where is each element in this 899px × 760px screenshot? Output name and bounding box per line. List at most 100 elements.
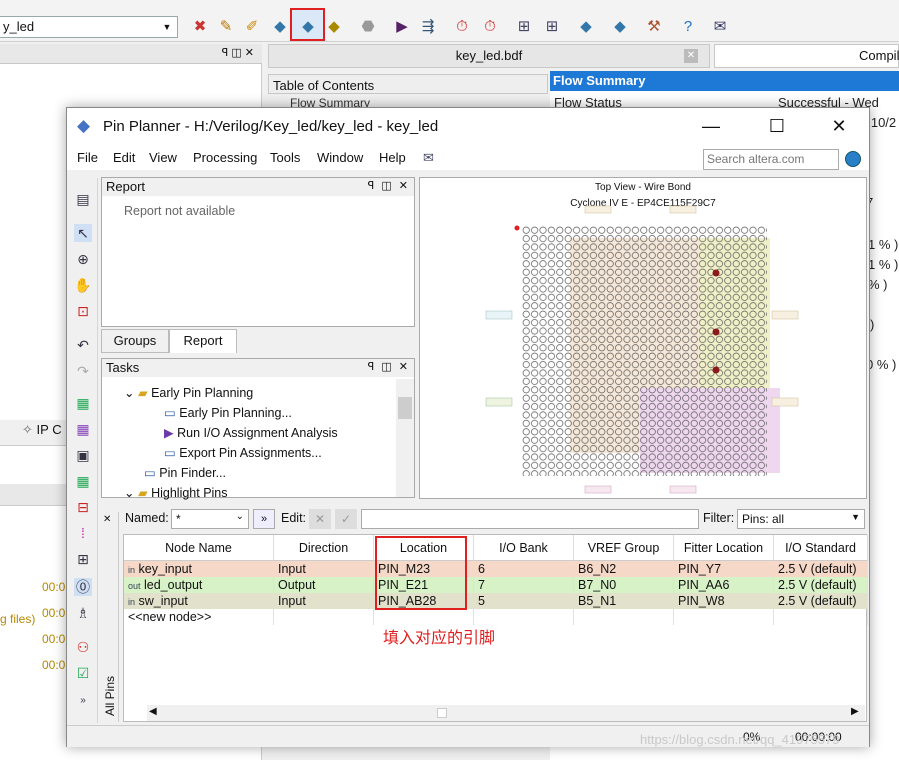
new-node-cell[interactable]: <<new node>> — [124, 609, 274, 625]
node-name-cell[interactable]: out led_output — [124, 577, 274, 593]
connect-icon[interactable]: ⚇ — [74, 638, 92, 656]
tab-groups[interactable]: Groups — [101, 329, 169, 353]
search-input[interactable]: Search altera.com — [703, 149, 839, 170]
timer2-icon[interactable]: ⏱ — [478, 14, 502, 38]
io-standard-cell[interactable]: 2.5 V (default) — [774, 577, 868, 593]
task-early-pin-planning-item[interactable]: ▭ Early Pin Planning... — [164, 405, 292, 420]
pin-legend-icon[interactable]: ⓪ — [74, 578, 92, 596]
new-node-row[interactable]: <<new node>> — [124, 609, 868, 625]
compile-icon[interactable]: ◆ — [268, 14, 292, 38]
pin-grid-icon[interactable]: ▦ — [74, 394, 92, 412]
check-icon[interactable]: ☑ — [74, 664, 92, 682]
dqs-icon[interactable]: ⁞ — [74, 524, 92, 542]
pin-grid[interactable] — [420, 178, 866, 498]
fitter-cell[interactable]: PIN_W8 — [674, 593, 774, 609]
col-direction[interactable]: Direction — [274, 535, 374, 561]
brush-icon[interactable]: ✐ — [240, 14, 264, 38]
direction-cell[interactable]: Output — [274, 577, 374, 593]
menu-edit[interactable]: Edit — [113, 150, 135, 165]
more-icon[interactable]: » — [74, 692, 92, 710]
close-icon[interactable]: ✕ — [103, 514, 111, 525]
edge-icon[interactable]: ⊟ — [74, 498, 92, 516]
named-input[interactable]: * ⌄ — [171, 509, 249, 529]
chat-icon[interactable]: ✉ — [708, 14, 732, 38]
io-bank-cell[interactable]: 5 — [474, 593, 574, 609]
stop-sign-icon[interactable]: ⬣ — [356, 14, 380, 38]
scroll-thumb[interactable] — [398, 397, 412, 419]
table-row[interactable]: in sw_input Input PIN_AB28 5 B5_N1 PIN_W… — [124, 593, 868, 609]
pencil-icon[interactable]: ✎ — [214, 14, 238, 38]
chip-view[interactable]: Top View - Wire Bond Cyclone IV E - EP4C… — [419, 177, 867, 499]
wizard-icon[interactable]: » — [253, 509, 275, 529]
menu-file[interactable]: File — [77, 150, 98, 165]
stop-icon[interactable]: ✖ — [188, 14, 212, 38]
vref-cell[interactable]: B6_N2 — [574, 561, 674, 577]
col-io-bank[interactable]: I/O Bank — [474, 535, 574, 561]
vref-cell[interactable]: B7_N0 — [574, 577, 674, 593]
col-io-standard[interactable]: I/O Standard — [774, 535, 868, 561]
tasks-scrollbar[interactable] — [396, 379, 414, 497]
netlist2-icon[interactable]: ⊞ — [540, 14, 564, 38]
tab-ip-catalog[interactable]: ✧ IP C — [22, 422, 62, 438]
hand-icon[interactable]: ✋ — [74, 276, 92, 294]
table-row[interactable]: out led_output Output PIN_E21 7 B7_N0 PI… — [124, 577, 868, 593]
direction-cell[interactable]: Input — [274, 593, 374, 609]
col-fitter-location[interactable]: Fitter Location — [674, 535, 774, 561]
task-early-pin-planning[interactable]: ⌄ ▰ Early Pin Planning — [124, 385, 253, 400]
fit-icon[interactable]: ⊡ — [74, 302, 92, 320]
programmer-icon[interactable]: ◆ — [574, 14, 598, 38]
scroll-left-icon[interactable]: ◀ — [149, 706, 157, 717]
chat-icon[interactable]: ✉ — [423, 150, 434, 166]
redo-icon[interactable]: ↷ — [74, 362, 92, 380]
close-button[interactable]: ✕ — [819, 112, 859, 140]
task-pin-finder[interactable]: ▭ Pin Finder... — [144, 465, 226, 480]
play-icon[interactable]: ▶ — [390, 14, 414, 38]
menu-tools[interactable]: Tools — [270, 150, 300, 165]
timer-icon[interactable]: ⏱ — [450, 14, 474, 38]
io-standard-cell[interactable]: 2.5 V (default) — [774, 561, 868, 577]
table-hscrollbar[interactable]: ◀ ▶ — [147, 705, 865, 721]
project-select[interactable]: y_led ▼ — [0, 16, 178, 38]
fitter-cell[interactable]: PIN_AA6 — [674, 577, 774, 593]
undo-icon[interactable]: ↶ — [74, 336, 92, 354]
select-icon[interactable]: ↖ — [74, 224, 92, 242]
tab-compilation-report[interactable]: Compila — [714, 44, 899, 68]
reject-icon[interactable]: ✕ — [309, 509, 331, 529]
io-banks-icon[interactable]: ▣ — [74, 446, 92, 464]
synthesis-icon[interactable]: ◆ — [322, 14, 346, 38]
panel-controls[interactable]: ꟼ ◫ ✕ — [222, 46, 254, 59]
vref-icon[interactable]: ▦ — [74, 472, 92, 490]
netlist-icon[interactable]: ⊞ — [512, 14, 536, 38]
close-icon[interactable]: ✕ — [684, 49, 698, 63]
vref-cell[interactable]: B5_N1 — [574, 593, 674, 609]
accept-icon[interactable]: ✓ — [335, 509, 357, 529]
scroll-right-icon[interactable]: ▶ — [851, 706, 859, 717]
diff-pins-icon[interactable]: ▦ — [74, 420, 92, 438]
filter-select[interactable]: Pins: all ▼ — [737, 509, 865, 529]
zoom-icon[interactable]: ⊕ — [74, 250, 92, 268]
task-highlight-pins[interactable]: ⌄ ▰ Highlight Pins — [124, 485, 228, 500]
help-icon[interactable]: ? — [676, 14, 700, 38]
table-row[interactable]: in key_input Input PIN_M23 6 B6_N2 PIN_Y… — [124, 561, 868, 577]
menu-help[interactable]: Help — [379, 150, 406, 165]
minimize-button[interactable]: — — [691, 112, 731, 140]
report-icon[interactable]: ▤ — [74, 190, 92, 208]
io-bank-cell[interactable]: 7 — [474, 577, 574, 593]
edit-input[interactable] — [361, 509, 699, 529]
col-node-name[interactable]: Node Name — [124, 535, 274, 561]
maximize-button[interactable]: ☐ — [757, 112, 797, 140]
task-export-pins[interactable]: ▭ Export Pin Assignments... — [164, 445, 322, 460]
direction-cell[interactable]: Input — [274, 561, 374, 577]
people-icon[interactable]: ♗ — [74, 604, 92, 622]
tab-report[interactable]: Report — [169, 329, 237, 353]
menu-processing[interactable]: Processing — [193, 150, 257, 165]
tools-icon[interactable]: ⚒ — [642, 14, 666, 38]
panel-controls[interactable]: ꟼ ◫ ✕ — [368, 179, 410, 192]
menu-view[interactable]: View — [149, 150, 177, 165]
node-name-cell[interactable]: in key_input — [124, 561, 274, 577]
scroll-thumb[interactable] — [437, 708, 447, 718]
panel-controls[interactable]: ꟼ ◫ ✕ — [368, 360, 410, 373]
col-vref-group[interactable]: VREF Group — [574, 535, 674, 561]
fitter-cell[interactable]: PIN_Y7 — [674, 561, 774, 577]
io-standard-cell[interactable]: 2.5 V (default) — [774, 593, 868, 609]
